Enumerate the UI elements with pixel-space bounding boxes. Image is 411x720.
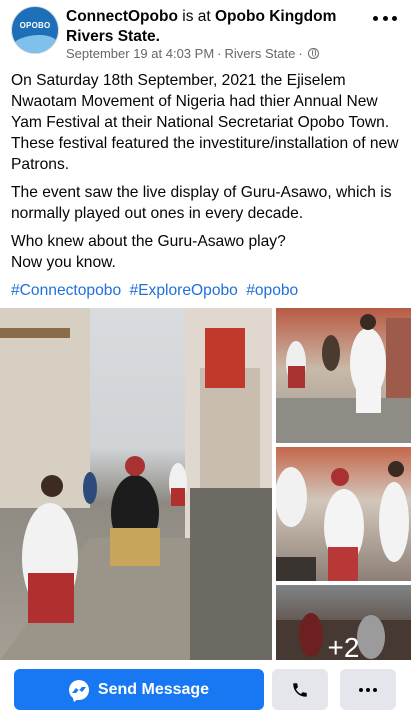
is-at-text: is at [177, 8, 215, 25]
messenger-bolt-glyph [71, 686, 86, 693]
more-dot [373, 687, 377, 692]
photo-thumb-1[interactable] [276, 308, 411, 443]
more-dots-icon [373, 15, 378, 21]
photo-grid: +2 [0, 308, 411, 660]
more-dot [366, 687, 370, 692]
photo-thumb-1-scene [276, 314, 411, 443]
call-button[interactable] [272, 669, 328, 710]
meta-location[interactable]: Rivers State [225, 46, 296, 61]
page-action-bar: Send Message [0, 660, 411, 720]
photo-thumb-2[interactable] [276, 447, 411, 581]
post-options-button[interactable] [373, 10, 397, 26]
question-line-2: Now you know. [11, 254, 116, 271]
more-photos-overlay[interactable]: +2 [276, 585, 411, 660]
more-actions-button[interactable] [340, 669, 396, 710]
post-header: OPOBO ConnectOpobo is at Opobo Kingdom R… [0, 0, 411, 66]
photo-main-scene [0, 308, 272, 660]
post-meta: September 19 at 4:03 PM · Rivers State · [66, 46, 319, 61]
hashtag-link[interactable]: #ExploreOpobo [129, 282, 237, 299]
more-dots-icon [359, 687, 377, 692]
send-message-button[interactable]: Send Message [14, 669, 264, 710]
phone-icon [293, 682, 307, 697]
send-message-label: Send Message [97, 680, 210, 698]
post-paragraph: The event saw the live display of Guru-A… [11, 184, 392, 222]
more-photos-count: +2 [327, 632, 360, 660]
post-paragraph: On Saturday 18th September, 2021 the Eji… [11, 72, 399, 173]
messenger-icon [68, 679, 89, 700]
avatar-wave-graphic [12, 35, 58, 53]
page-name-link[interactable]: ConnectOpobo [66, 8, 178, 25]
hashtag-row: #Connectopobo #ExploreOpobo #opobo [11, 280, 403, 301]
meta-separator-2: · [298, 46, 303, 61]
post-timestamp[interactable]: September 19 at 4:03 PM [66, 46, 214, 61]
photo-thumb-3[interactable]: +2 [276, 585, 411, 660]
page-avatar[interactable]: OPOBO [11, 6, 59, 54]
hashtag-link[interactable]: #Connectopobo [11, 282, 121, 299]
avatar-logo-text: OPOBO [19, 21, 51, 30]
hashtag-link[interactable]: #opobo [246, 282, 298, 299]
question-line-1: Who knew about the Guru-Asawo play? [11, 233, 286, 250]
more-dot [359, 687, 363, 692]
post-title: ConnectOpobo is at Opobo Kingdom Rivers … [66, 7, 356, 47]
meta-separator: · [217, 46, 222, 61]
globe-icon [307, 48, 319, 59]
photo-main[interactable] [0, 308, 272, 660]
post-question: Who knew about the Guru-Asawo play? Now … [11, 231, 403, 273]
more-dot [382, 15, 388, 21]
post-body: On Saturday 18th September, 2021 the Eji… [11, 70, 403, 308]
photo-thumb-2-scene [276, 461, 409, 581]
more-dot [392, 15, 397, 21]
